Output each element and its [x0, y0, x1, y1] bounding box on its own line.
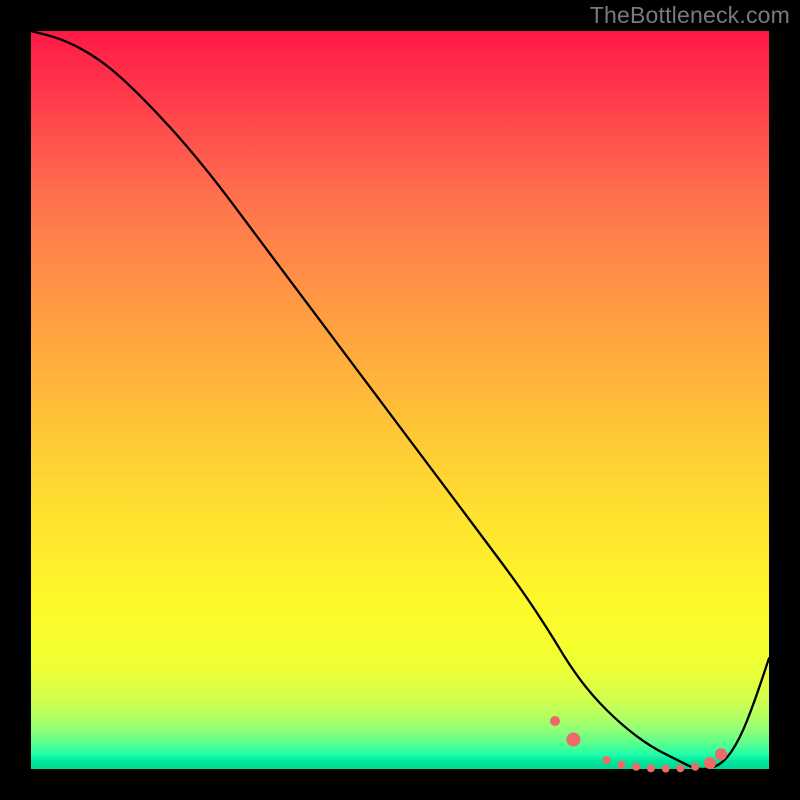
bottleneck-curve	[31, 31, 769, 769]
highlight-dot	[662, 765, 670, 773]
highlight-dot	[676, 764, 684, 772]
watermark-text: TheBottleneck.com	[590, 2, 790, 29]
highlight-dot	[715, 748, 727, 760]
highlight-dot	[632, 763, 640, 771]
highlight-dot	[603, 756, 611, 764]
highlight-dot	[691, 763, 699, 771]
highlight-dot	[647, 764, 655, 772]
highlight-dot	[617, 761, 625, 769]
chart-frame: TheBottleneck.com	[0, 0, 800, 800]
curve-svg	[31, 31, 769, 769]
highlight-dot	[704, 757, 716, 769]
highlight-dot	[550, 716, 560, 726]
flat-region-markers	[550, 716, 727, 773]
highlight-dot	[566, 733, 580, 747]
plot-area	[31, 31, 769, 769]
